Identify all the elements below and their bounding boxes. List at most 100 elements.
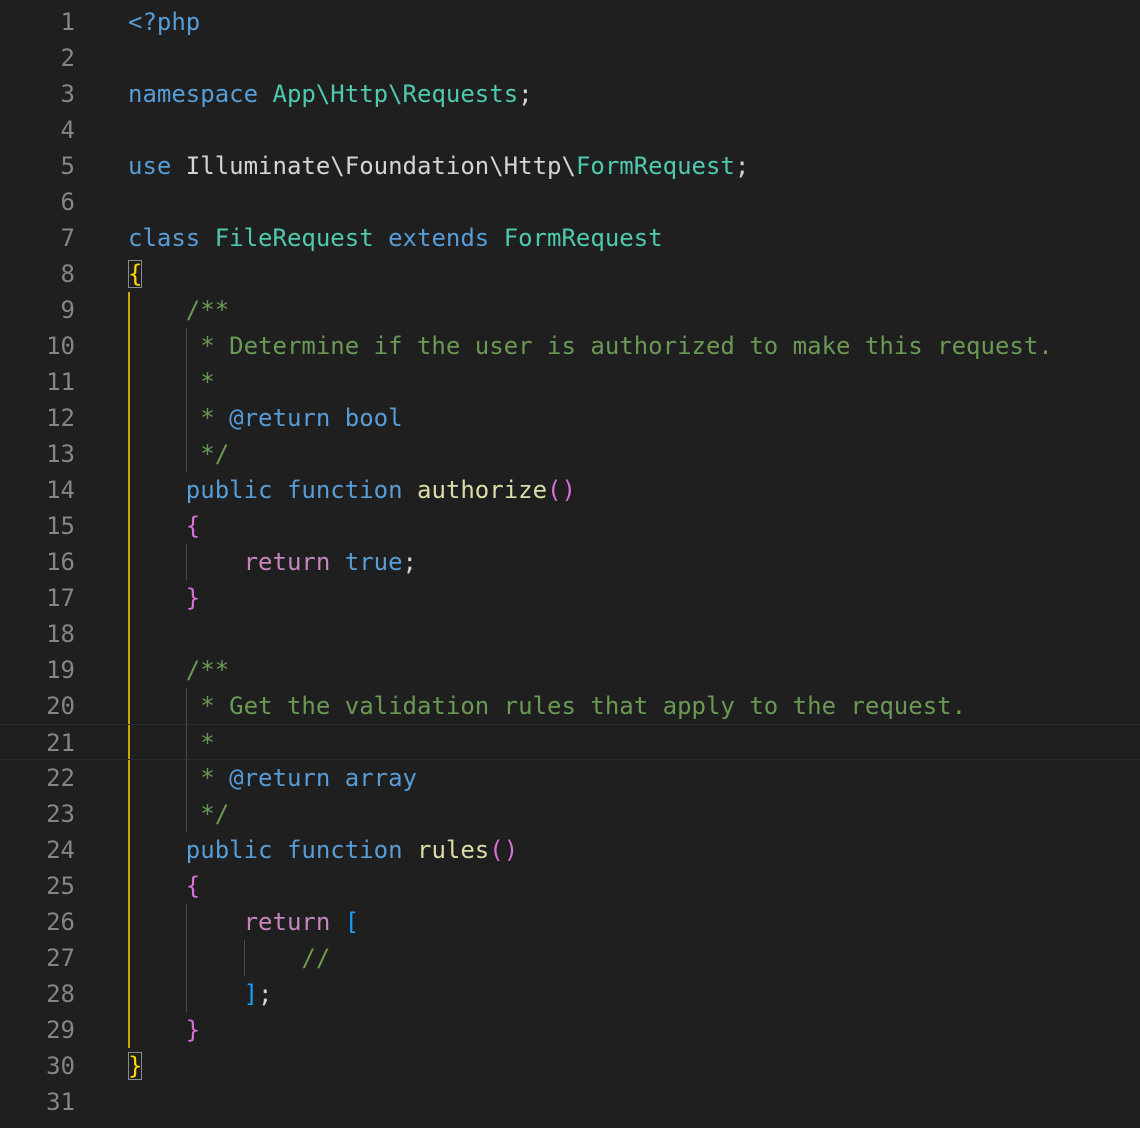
code-token: <?php bbox=[128, 8, 201, 36]
line-code[interactable]: * bbox=[128, 725, 215, 761]
line-code[interactable]: * Determine if the user is authorized to… bbox=[128, 328, 1053, 364]
line-code[interactable]: } bbox=[128, 1012, 200, 1048]
line-code[interactable]: { bbox=[128, 508, 200, 544]
line-number: 5 bbox=[60, 152, 75, 180]
code-line[interactable]: 21 * bbox=[0, 724, 1140, 760]
code-token: * bbox=[128, 729, 215, 757]
line-code[interactable]: namespace App\Http\Requests; bbox=[128, 76, 533, 112]
code-line[interactable]: 2 bbox=[0, 40, 1140, 76]
line-number: 26 bbox=[46, 908, 75, 936]
line-number: 14 bbox=[46, 476, 75, 504]
line-number: 23 bbox=[46, 800, 75, 828]
code-line[interactable]: 11 * bbox=[0, 364, 1140, 400]
line-code[interactable]: public function authorize() bbox=[128, 472, 576, 508]
line-code[interactable]: return true; bbox=[128, 544, 417, 580]
line-code[interactable]: // bbox=[128, 940, 330, 976]
code-token: ; bbox=[518, 80, 533, 108]
code-token: rules bbox=[417, 836, 490, 864]
line-code[interactable]: */ bbox=[128, 436, 229, 472]
code-token: ; bbox=[258, 980, 273, 1008]
code-line[interactable]: 31 bbox=[0, 1084, 1140, 1120]
code-token: extends bbox=[388, 224, 504, 252]
code-line[interactable]: 19 /** bbox=[0, 652, 1140, 688]
code-line[interactable]: 13 */ bbox=[0, 436, 1140, 472]
code-line[interactable]: 14 public function authorize() bbox=[0, 472, 1140, 508]
line-code[interactable]: public function rules() bbox=[128, 832, 518, 868]
line-code[interactable]: { bbox=[128, 868, 200, 904]
code-token: public bbox=[128, 836, 287, 864]
line-code[interactable]: { bbox=[128, 256, 143, 292]
code-line[interactable]: 29 } bbox=[0, 1012, 1140, 1048]
code-token: } bbox=[128, 1052, 143, 1080]
code-token: true bbox=[344, 548, 403, 576]
code-line[interactable]: 16 return true; bbox=[0, 544, 1140, 580]
line-number: 8 bbox=[60, 260, 75, 288]
line-code[interactable]: } bbox=[128, 580, 200, 616]
line-code[interactable]: /** bbox=[128, 292, 229, 328]
code-line[interactable]: 12 * @return bool bbox=[0, 400, 1140, 436]
line-code[interactable]: <?php bbox=[128, 4, 200, 40]
line-number: 31 bbox=[46, 1088, 75, 1116]
code-line[interactable]: 27 // bbox=[0, 940, 1140, 976]
code-token: { bbox=[128, 872, 201, 900]
code-token: } bbox=[128, 584, 201, 612]
line-number: 12 bbox=[46, 404, 75, 432]
line-code[interactable]: class FileRequest extends FormRequest bbox=[128, 220, 663, 256]
line-number: 2 bbox=[60, 44, 75, 72]
code-line[interactable]: 5 use Illuminate\Foundation\Http\FormRequ… bbox=[0, 148, 1140, 184]
code-line[interactable]: 22 * @return array bbox=[0, 760, 1140, 796]
line-number: 22 bbox=[46, 764, 75, 792]
code-token: App\Http\Requests bbox=[272, 80, 519, 108]
code-token: * bbox=[128, 368, 215, 396]
code-token: authorize bbox=[417, 476, 548, 504]
line-number: 20 bbox=[46, 692, 75, 720]
line-code[interactable]: use Illuminate\Foundation\Http\FormReque… bbox=[128, 148, 749, 184]
code-line[interactable]: 20 * Get the validation rules that apply… bbox=[0, 688, 1140, 724]
line-number: 16 bbox=[46, 548, 75, 576]
code-line[interactable]: 4 bbox=[0, 112, 1140, 148]
line-number: 17 bbox=[46, 584, 75, 612]
line-number: 13 bbox=[46, 440, 75, 468]
code-line[interactable]: 28 ]; bbox=[0, 976, 1140, 1012]
code-token: use bbox=[128, 152, 186, 180]
line-number: 9 bbox=[60, 296, 75, 324]
line-number: 1 bbox=[60, 8, 75, 36]
line-code[interactable]: */ bbox=[128, 796, 229, 832]
line-code[interactable]: * bbox=[128, 364, 215, 400]
line-code[interactable]: * @return array bbox=[128, 760, 417, 796]
code-line[interactable]: 9 /** bbox=[0, 292, 1140, 328]
code-line[interactable]: 24 public function rules() bbox=[0, 832, 1140, 868]
line-number: 7 bbox=[60, 224, 75, 252]
code-line[interactable]: 1 <?php bbox=[0, 4, 1140, 40]
line-code[interactable]: * Get the validation rules that apply to… bbox=[128, 688, 966, 724]
line-code[interactable]: ]; bbox=[128, 976, 273, 1012]
code-line[interactable]: 7 class FileRequest extends FormRequest bbox=[0, 220, 1140, 256]
code-line[interactable]: 15 { bbox=[0, 508, 1140, 544]
line-number: 21 bbox=[46, 729, 75, 757]
code-token: */ bbox=[128, 440, 230, 468]
code-line[interactable]: 26 return [ bbox=[0, 904, 1140, 940]
code-token: * bbox=[128, 404, 230, 432]
line-code[interactable]: } bbox=[128, 1048, 143, 1084]
code-line[interactable]: 6 bbox=[0, 184, 1140, 220]
code-line[interactable]: 3 namespace App\Http\Requests; bbox=[0, 76, 1140, 112]
code-editor[interactable]: 1 <?php 2 3 namespace App\Http\Requests; 4 5 us… bbox=[0, 0, 1140, 1128]
code-line[interactable]: 17 } bbox=[0, 580, 1140, 616]
line-number: 18 bbox=[46, 620, 75, 648]
code-line[interactable]: 18 bbox=[0, 616, 1140, 652]
line-code[interactable]: return [ bbox=[128, 904, 360, 940]
code-line[interactable]: 10 * Determine if the user is authorized… bbox=[0, 328, 1140, 364]
code-line[interactable]: 8{ bbox=[0, 256, 1140, 292]
line-code[interactable]: /** bbox=[128, 652, 229, 688]
line-number: 27 bbox=[46, 944, 75, 972]
code-token: return bbox=[128, 548, 345, 576]
code-line[interactable]: 25 { bbox=[0, 868, 1140, 904]
line-code[interactable]: * @return bool bbox=[128, 400, 402, 436]
code-token: ; bbox=[402, 548, 417, 576]
code-line[interactable]: 30} bbox=[0, 1048, 1140, 1084]
code-token: function bbox=[286, 836, 417, 864]
code-token: ] bbox=[128, 980, 259, 1008]
code-line[interactable]: 23 */ bbox=[0, 796, 1140, 832]
code-token: () bbox=[547, 476, 576, 504]
code-token: /** bbox=[128, 296, 230, 324]
